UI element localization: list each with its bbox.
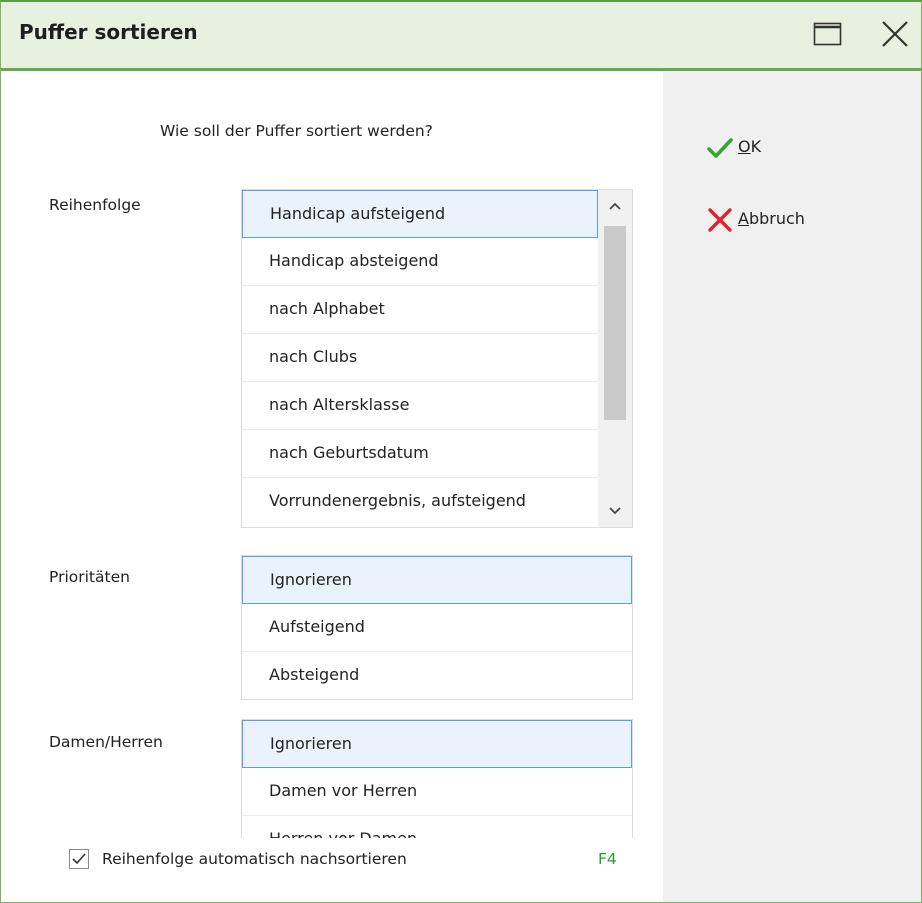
gender-item[interactable]: Ignorieren — [242, 720, 632, 768]
auto-sort-label: Reihenfolge automatisch nachsortieren — [102, 850, 407, 868]
scroll-thumb[interactable] — [604, 226, 626, 420]
order-scrollbar[interactable] — [598, 190, 632, 527]
priorities-label: Prioritäten — [49, 568, 130, 586]
title-bar[interactable]: Puffer sortieren — [1, 2, 921, 71]
checkmark-icon — [707, 138, 733, 158]
cross-icon — [708, 208, 732, 232]
gender-item[interactable]: Damen vor Herren — [242, 768, 632, 816]
chevron-up-icon — [609, 202, 621, 210]
actions-pane: OK Abbruch — [663, 71, 921, 902]
order-label: Reihenfolge — [49, 196, 141, 214]
order-item[interactable]: Handicap aufsteigend — [242, 190, 598, 238]
maximize-icon — [813, 22, 842, 46]
question-text: Wie soll der Puffer sortiert werden? — [160, 122, 433, 140]
order-item[interactable]: nach Geburtsdatum — [242, 430, 598, 478]
priorities-item[interactable]: Absteigend — [242, 652, 632, 699]
maximize-button[interactable] — [811, 19, 845, 49]
chevron-down-icon — [609, 507, 621, 515]
order-item[interactable]: nach Altersklasse — [242, 382, 598, 430]
order-item[interactable]: Handicap absteigend — [242, 238, 598, 286]
auto-sort-checkbox[interactable] — [69, 849, 89, 869]
ok-label: OK — [738, 137, 762, 156]
priorities-item[interactable]: Aufsteigend — [242, 604, 632, 652]
scroll-up-button[interactable] — [598, 190, 632, 224]
gender-item[interactable]: Herren vor Damen — [242, 816, 632, 838]
order-item[interactable]: nach Alphabet — [242, 286, 598, 334]
cancel-label: Abbruch — [738, 209, 805, 228]
order-item[interactable]: nach Clubs — [242, 334, 598, 382]
order-item[interactable]: Vorrundenergebnis, aufsteigend — [242, 478, 598, 526]
auto-sort-checkbox-row[interactable]: Reihenfolge automatisch nachsortieren F4 — [69, 849, 639, 875]
shortcut-hint: F4 — [598, 850, 617, 868]
window-title: Puffer sortieren — [19, 20, 198, 44]
priorities-listbox[interactable]: Ignorieren Aufsteigend Absteigend — [241, 555, 633, 700]
gender-listbox[interactable]: Ignorieren Damen vor Herren Herren vor D… — [241, 719, 633, 838]
checkmark-icon — [72, 853, 86, 865]
order-listbox[interactable]: Handicap aufsteigend Handicap absteigend… — [241, 189, 633, 528]
dialog-window: Puffer sortieren OK Abbruch Wie soll der… — [0, 0, 922, 903]
close-button[interactable] — [877, 19, 911, 49]
scroll-down-button[interactable] — [598, 493, 632, 527]
priorities-item[interactable]: Ignorieren — [242, 556, 632, 604]
close-icon — [882, 21, 908, 47]
gender-label: Damen/Herren — [49, 733, 163, 751]
